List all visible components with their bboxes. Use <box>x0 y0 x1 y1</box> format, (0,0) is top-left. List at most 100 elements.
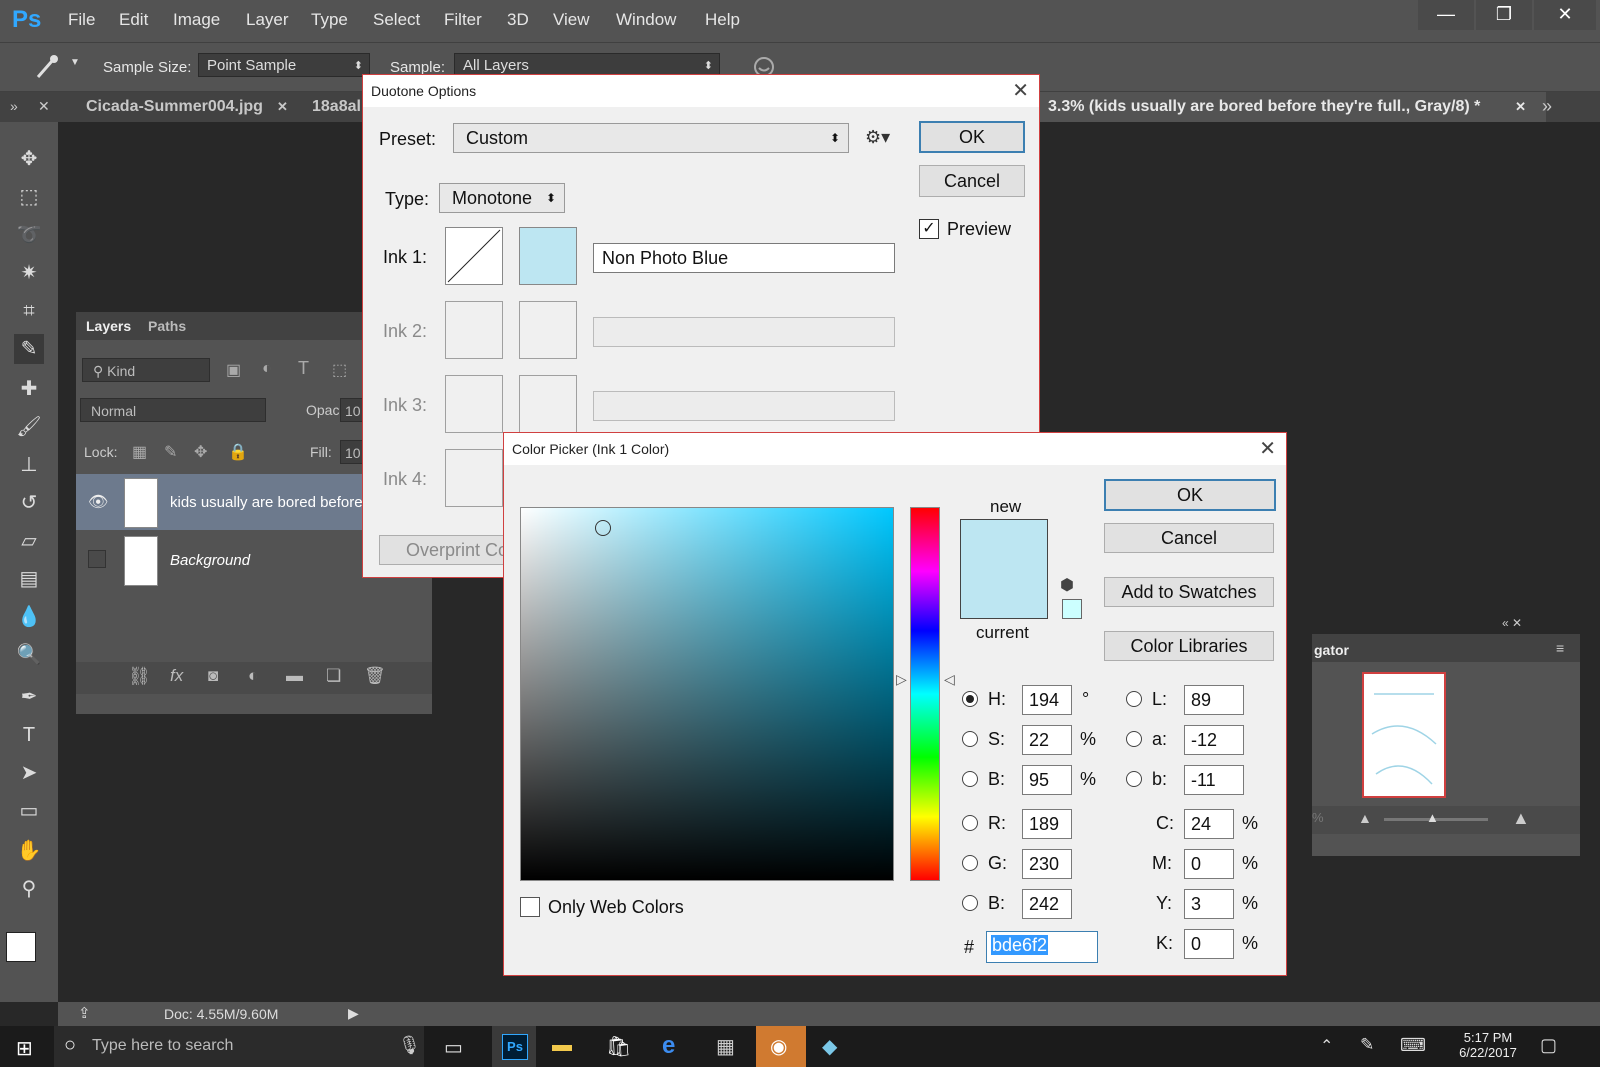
eye-icon[interactable]: 👁 <box>88 492 108 512</box>
export-icon[interactable]: ⇪ <box>78 1004 91 1022</box>
path-selection-tool-icon[interactable]: ➤ <box>14 758 44 788</box>
tab-cicada[interactable]: Cicada-Summer004.jpg ✕ <box>86 92 288 122</box>
black-field[interactable]: 0 <box>1184 929 1234 959</box>
close-panel-icon[interactable]: ✕ <box>38 98 50 115</box>
saturation-radio[interactable] <box>962 731 978 747</box>
tab-paths[interactable]: Paths <box>148 318 186 334</box>
zoom-tool-icon[interactable]: ⚲ <box>14 874 44 904</box>
close-tab-icon[interactable]: ✕ <box>277 99 288 114</box>
filter-pixel-icon[interactable]: ▣ <box>226 360 241 380</box>
red-radio[interactable] <box>962 815 978 831</box>
duotone-ok-button[interactable]: OK <box>919 121 1025 153</box>
filter-shape-icon[interactable]: ⬚ <box>332 360 347 380</box>
lasso-tool-icon[interactable]: ➰ <box>14 220 44 250</box>
current-color-swatch[interactable] <box>961 569 1047 618</box>
notes-app-icon[interactable]: ◆ <box>822 1034 837 1059</box>
foreground-color-swatch[interactable] <box>6 932 36 962</box>
navigator-tab[interactable]: gator <box>1314 642 1349 658</box>
duotone-cancel-button[interactable]: Cancel <box>919 165 1025 197</box>
layer-name[interactable]: kids usually are bored before <box>170 494 363 511</box>
picker-cancel-button[interactable]: Cancel <box>1104 523 1274 553</box>
preview-checkbox[interactable]: ✓ <box>919 219 939 239</box>
status-menu-icon[interactable]: ▶ <box>348 1005 359 1022</box>
filter-type-icon[interactable]: T <box>298 358 309 379</box>
marquee-tool-icon[interactable]: ⬚ <box>14 182 44 212</box>
blur-tool-icon[interactable]: 💧 <box>14 602 44 632</box>
eyedropper-icon[interactable] <box>32 53 62 81</box>
color-field-cursor[interactable] <box>595 520 611 536</box>
close-tab-icon[interactable]: ✕ <box>1515 92 1526 122</box>
preset-select[interactable]: Custom ⬍ <box>453 123 849 153</box>
notifications-icon[interactable]: ▢ <box>1540 1035 1557 1056</box>
edge-icon[interactable]: e <box>662 1032 675 1060</box>
pen-tool-icon[interactable]: ✒ <box>14 682 44 712</box>
pen-icon[interactable]: ✎ <box>1360 1035 1374 1055</box>
magenta-field[interactable]: 0 <box>1184 849 1234 879</box>
ink1-color-swatch[interactable] <box>519 227 577 285</box>
picker-ok-button[interactable]: OK <box>1104 479 1276 511</box>
ink1-name-field[interactable]: Non Photo Blue <box>593 243 895 273</box>
lab-l-radio[interactable] <box>1126 691 1142 707</box>
hue-field[interactable]: 194 <box>1022 685 1072 715</box>
chevron-up-icon[interactable]: ⌃ <box>1320 1036 1333 1056</box>
rectangle-tool-icon[interactable]: ▭ <box>14 796 44 826</box>
new-layer-icon[interactable]: ❏ <box>326 666 341 686</box>
hue-slider-left-arrow-icon[interactable]: ▷ <box>896 671 907 688</box>
hue-slider-right-arrow-icon[interactable]: ◁ <box>944 671 955 688</box>
lock-position-icon[interactable]: ✥ <box>194 442 207 462</box>
windows-start-icon[interactable]: ⊞ <box>16 1036 33 1061</box>
eraser-tool-icon[interactable]: ▱ <box>14 526 44 556</box>
menu-type[interactable]: Type <box>311 10 348 30</box>
tab-layers[interactable]: Layers <box>86 318 131 334</box>
fx-icon[interactable]: fx <box>170 666 183 686</box>
more-tabs-icon[interactable]: » <box>1542 96 1552 117</box>
collapse-panel-icon[interactable]: » <box>10 98 18 114</box>
brush-tool-icon[interactable]: 🖌 <box>14 412 44 442</box>
gradient-tool-icon[interactable]: ▤ <box>14 564 44 594</box>
preset-gear-icon[interactable]: ⚙▾ <box>865 127 890 148</box>
lock-transparent-icon[interactable]: ▦ <box>132 442 147 462</box>
clone-stamp-tool-icon[interactable]: ⊥ <box>14 450 44 480</box>
green-radio[interactable] <box>962 855 978 871</box>
history-brush-tool-icon[interactable]: ↺ <box>14 488 44 518</box>
cyan-field[interactable]: 24 <box>1184 809 1234 839</box>
brightness-field[interactable]: 95 <box>1022 765 1072 795</box>
move-tool-icon[interactable]: ✥ <box>14 144 44 174</box>
saturation-field[interactable]: 22 <box>1022 725 1072 755</box>
navigator-thumbnail[interactable] <box>1362 672 1446 798</box>
blue-radio[interactable] <box>962 895 978 911</box>
hue-radio[interactable] <box>962 691 978 707</box>
menu-edit[interactable]: Edit <box>119 10 148 30</box>
lock-all-icon[interactable]: 🔒 <box>228 442 248 462</box>
lab-a-field[interactable]: -12 <box>1184 725 1244 755</box>
web-safe-cube-icon[interactable]: ⬢ <box>1060 575 1074 595</box>
adjustment-layer-icon[interactable]: ◐ <box>248 666 258 686</box>
task-view-icon[interactable]: ▭ <box>444 1035 463 1060</box>
file-explorer-icon[interactable]: ▬ <box>552 1034 572 1057</box>
green-field[interactable]: 230 <box>1022 849 1072 879</box>
navigator-zoom-field[interactable]: % <box>1312 810 1324 825</box>
hand-tool-icon[interactable]: ✋ <box>14 836 44 866</box>
only-web-colors-checkbox[interactable] <box>520 897 540 917</box>
microphone-icon[interactable]: 🎙 <box>398 1035 421 1056</box>
tab-active-document[interactable]: 3.3% (kids usually are bored before they… <box>1040 92 1546 122</box>
close-icon[interactable]: ✕ <box>1012 75 1029 107</box>
tab-18a8al[interactable]: 18a8al <box>312 92 361 122</box>
close-icon[interactable]: ✕ <box>1259 433 1276 465</box>
yellow-field[interactable]: 3 <box>1184 889 1234 919</box>
app-icon[interactable]: ▦ <box>716 1034 735 1059</box>
visibility-toggle[interactable] <box>88 550 106 568</box>
mask-icon[interactable]: ◙ <box>208 666 218 686</box>
taskbar-search[interactable]: ○ Type here to search 🎙 <box>54 1026 424 1067</box>
hex-input[interactable]: bde6f2 <box>986 931 1098 963</box>
ink1-curve-box[interactable] <box>445 227 503 285</box>
hue-slider[interactable] <box>910 507 940 881</box>
dodge-tool-icon[interactable]: 🔍 <box>14 640 44 670</box>
crop-tool-icon[interactable]: ⌗ <box>14 296 44 326</box>
minimize-button[interactable]: — <box>1418 0 1474 30</box>
menu-filter[interactable]: Filter <box>444 10 482 30</box>
lab-a-radio[interactable] <box>1126 731 1142 747</box>
lock-pixels-icon[interactable]: ✎ <box>164 442 177 462</box>
menu-file[interactable]: File <box>68 10 95 30</box>
lab-b-radio[interactable] <box>1126 771 1142 787</box>
